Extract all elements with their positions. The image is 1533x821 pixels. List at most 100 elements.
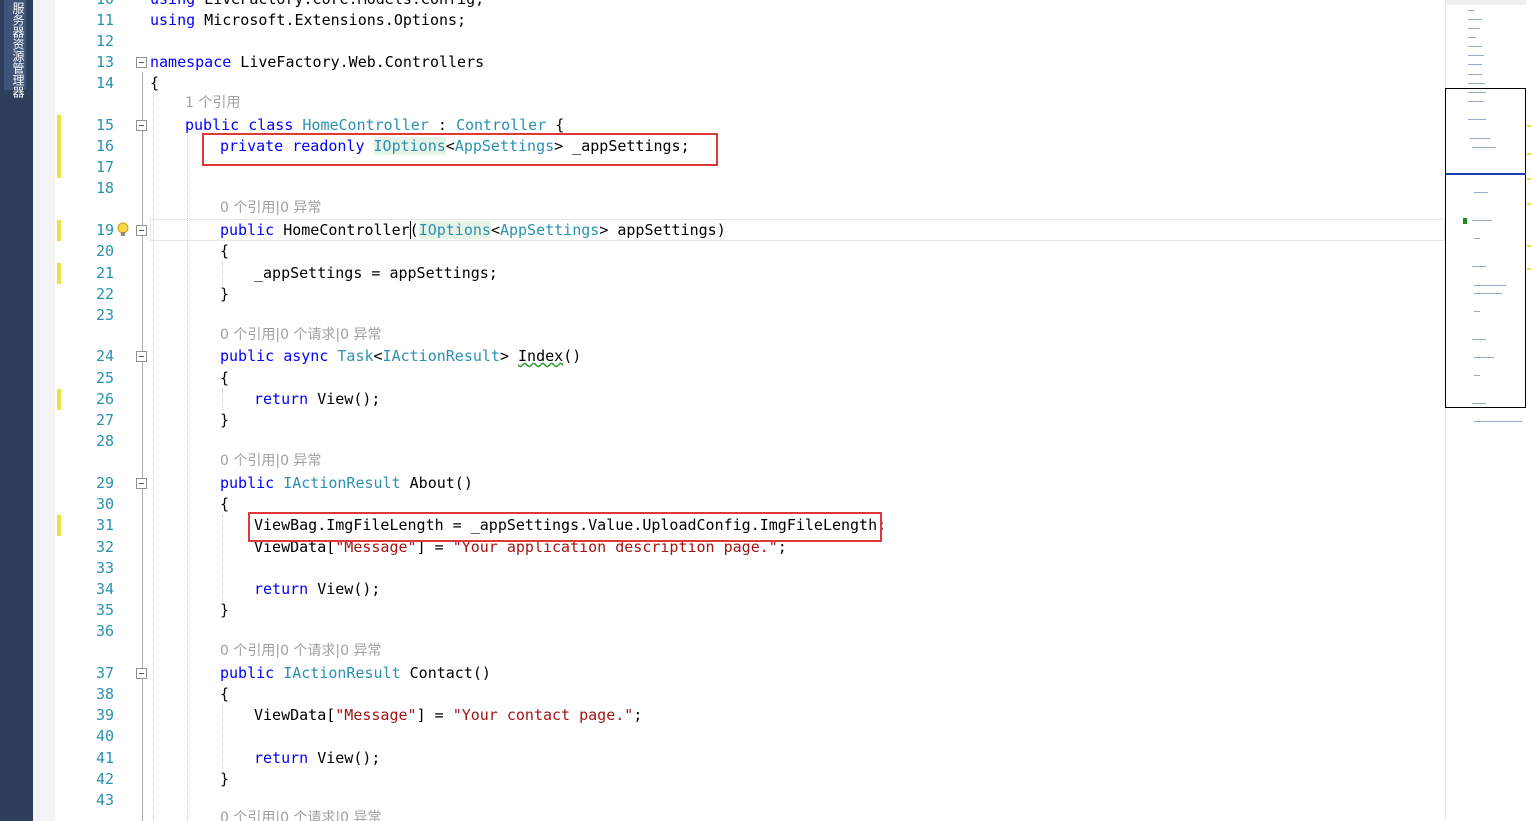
- code-text: }: [220, 411, 230, 429]
- minimap-line: [1468, 55, 1484, 56]
- code-line: 24 public async Task<IActionResult> Inde…: [0, 346, 1445, 367]
- codelens-references[interactable]: 0 个引用|0 个请求|0 异常: [220, 808, 382, 821]
- code-text: public HomeController(IOptions<AppSettin…: [220, 221, 726, 239]
- line-number: 16: [95, 137, 114, 155]
- code-text: {: [220, 242, 230, 260]
- codelens-references[interactable]: 0 个引用|0 个请求|0 异常: [220, 325, 382, 346]
- minimap-marker: [1463, 218, 1467, 224]
- line-number: 28: [95, 432, 114, 450]
- minimap-change-marker: [1527, 153, 1531, 155]
- code-text: ViewData["Message"] = "Your contact page…: [254, 706, 643, 724]
- minimap-line: [1468, 74, 1482, 75]
- minimap-line: [1474, 192, 1488, 193]
- line-number: 10: [60, 0, 114, 10]
- code-text: return View();: [254, 390, 381, 408]
- code-line: 10 using LiveFactory.Core.Models.Config;: [0, 0, 1445, 10]
- line-number: 38: [95, 685, 114, 703]
- minimap-line: [1468, 28, 1480, 29]
- code-line: 35 }: [0, 600, 1445, 621]
- text-caret: [410, 221, 411, 239]
- code-line: 26 return View();: [0, 389, 1445, 410]
- minimap-line: [1472, 220, 1492, 221]
- code-line: 38 {: [0, 684, 1445, 705]
- line-number: 36: [95, 622, 114, 640]
- line-number: 24: [95, 347, 114, 365]
- code-text: {: [220, 369, 230, 387]
- collapse-icon[interactable]: [136, 57, 147, 68]
- minimap-line: [1474, 357, 1494, 358]
- minimap-change-marker: [1527, 178, 1531, 180]
- code-text: {: [220, 685, 230, 703]
- collapse-icon[interactable]: [136, 120, 147, 131]
- code-line: 23: [0, 305, 1445, 326]
- line-number: 15: [95, 116, 114, 134]
- minimap-line: [1472, 339, 1486, 340]
- line-number: 11: [95, 11, 114, 29]
- line-number: 20: [95, 242, 114, 260]
- code-line: 13 namespace LiveFactory.Web.Controllers: [0, 52, 1445, 73]
- line-number: 39: [95, 706, 114, 724]
- minimap-line: [1468, 19, 1482, 20]
- line-number: 31: [95, 516, 114, 534]
- lightbulb-icon[interactable]: [117, 222, 129, 238]
- code-line: 42 }: [0, 769, 1445, 790]
- code-line: 37 public IActionResult Contact(): [0, 663, 1445, 684]
- code-line: 18: [0, 178, 1445, 199]
- minimap-line: [1472, 147, 1496, 148]
- code-line: 19 public HomeController(IOptions<AppSet…: [0, 220, 1445, 241]
- line-number: 41: [95, 749, 114, 767]
- minimap-line: [1474, 293, 1502, 294]
- code-line: 40: [0, 726, 1445, 747]
- code-line: 21 _appSettings = appSettings;: [0, 263, 1445, 284]
- code-line: 22 }: [0, 284, 1445, 305]
- code-text: public IActionResult About(): [220, 474, 473, 492]
- line-number: 14: [95, 74, 114, 92]
- code-line: 28: [0, 431, 1445, 452]
- minimap-viewport[interactable]: [1445, 88, 1526, 408]
- codelens-references[interactable]: 0 个引用|0 异常: [220, 198, 321, 219]
- code-editor[interactable]: 10 using LiveFactory.Core.Models.Config;…: [0, 0, 1445, 821]
- minimap-line: [1470, 138, 1490, 139]
- code-line: 14 {: [0, 73, 1445, 94]
- line-number: 40: [95, 727, 114, 745]
- line-number: 17: [95, 158, 114, 176]
- collapse-icon[interactable]: [136, 478, 147, 489]
- line-number: 43: [95, 791, 114, 809]
- minimap-line: [1474, 285, 1506, 286]
- annotation-box: [248, 512, 882, 542]
- line-number: 34: [95, 580, 114, 598]
- minimap-line: [1474, 375, 1480, 376]
- minimap-line: [1468, 119, 1486, 120]
- collapse-icon[interactable]: [136, 225, 147, 236]
- code-text: }: [220, 770, 230, 788]
- code-line: 20 {: [0, 241, 1445, 262]
- code-text: }: [220, 285, 230, 303]
- code-line: 33: [0, 558, 1445, 579]
- collapse-icon[interactable]: [136, 668, 147, 679]
- code-line: 12: [0, 31, 1445, 52]
- code-text: }: [220, 601, 230, 619]
- code-line: 34 return View();: [0, 579, 1445, 600]
- minimap-change-marker: [1527, 203, 1531, 205]
- codelens-references[interactable]: 1 个引用: [185, 93, 240, 114]
- line-number: 19: [95, 221, 114, 239]
- codelens-references[interactable]: 0 个引用|0 异常: [220, 451, 321, 472]
- code-text: return View();: [254, 580, 381, 598]
- line-number: 29: [95, 474, 114, 492]
- minimap-caret-position: [1446, 173, 1526, 175]
- minimap-top-strip: [1446, 0, 1526, 5]
- codelens-references[interactable]: 0 个引用|0 个请求|0 异常: [220, 641, 382, 662]
- code-text: namespace LiveFactory.Web.Controllers: [150, 53, 485, 71]
- minimap-line: [1468, 101, 1484, 102]
- minimap-line: [1474, 421, 1522, 422]
- collapse-icon[interactable]: [136, 351, 147, 362]
- code-text: {: [150, 74, 160, 92]
- minimap-line: [1468, 92, 1486, 93]
- line-number: 22: [95, 285, 114, 303]
- line-number: 13: [95, 53, 114, 71]
- line-number: 33: [95, 559, 114, 577]
- minimap-change-marker: [1527, 125, 1531, 127]
- line-number: 35: [95, 601, 114, 619]
- code-line: 27 }: [0, 410, 1445, 431]
- code-line: 36: [0, 621, 1445, 642]
